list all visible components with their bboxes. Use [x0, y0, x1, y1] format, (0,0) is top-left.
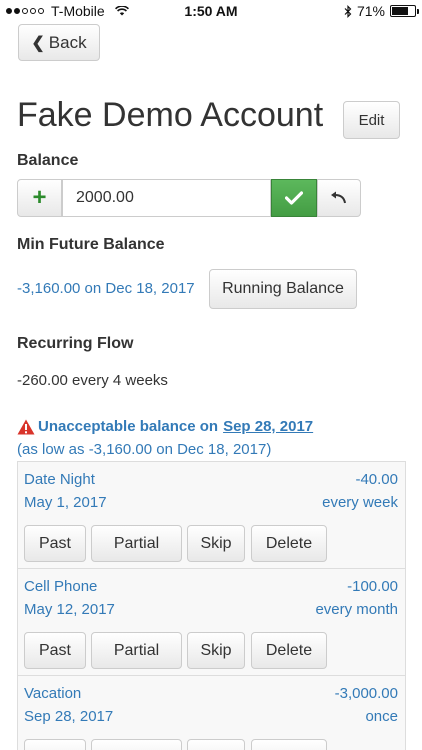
warning-date-link[interactable]: Sep 28, 2017: [223, 418, 313, 435]
back-button-label: Back: [48, 32, 87, 52]
skip-button[interactable]: Skip: [187, 525, 245, 562]
plus-icon: +: [32, 184, 47, 211]
skip-button[interactable]: Skip: [187, 632, 245, 669]
edit-button[interactable]: Edit: [343, 101, 400, 139]
recurring-flow-label: Recurring Flow: [17, 335, 134, 352]
warning-text: Unacceptable balance on: [38, 418, 219, 435]
flow-name[interactable]: Cell Phone: [24, 578, 97, 595]
flow-amount: -3,000.00: [334, 685, 398, 702]
account-title: Fake Demo Account: [17, 96, 324, 134]
delete-button[interactable]: Delete: [251, 525, 327, 562]
flow-amount: -100.00: [347, 578, 398, 595]
balance-label: Balance: [17, 152, 79, 169]
running-balance-button[interactable]: Running Balance: [209, 269, 357, 309]
flow-date: Sep 28, 2017: [24, 708, 114, 725]
battery-icon: [390, 5, 419, 17]
partial-button[interactable]: Partial: [91, 525, 182, 562]
save-balance-button[interactable]: [271, 179, 317, 217]
delete-button[interactable]: Delete: [251, 739, 327, 750]
flow-date: May 12, 2017: [24, 601, 115, 618]
battery-fill: [392, 7, 408, 15]
undo-icon: [331, 191, 346, 204]
past-button[interactable]: Past: [24, 739, 86, 750]
recurring-flow-value: -260.00 every 4 weeks: [17, 372, 168, 389]
chevron-left-icon: ❮: [31, 34, 45, 52]
flow-amount: -40.00: [355, 471, 398, 488]
list-item: Date Night May 1, 2017 -40.00 every week…: [18, 462, 405, 569]
delete-button[interactable]: Delete: [251, 632, 327, 669]
list-item: Cell Phone May 12, 2017 -100.00 every mo…: [18, 569, 405, 676]
min-future-balance-value: -3,160.00 on Dec 18, 2017: [17, 280, 195, 297]
past-button[interactable]: Past: [24, 525, 86, 562]
battery-percent: 71%: [356, 3, 385, 19]
skip-button[interactable]: Skip: [187, 739, 245, 750]
min-future-balance-label: Min Future Balance: [17, 236, 165, 253]
flow-frequency: every month: [315, 601, 398, 618]
past-button[interactable]: Past: [24, 632, 86, 669]
list-item: Vacation Sep 28, 2017 -3,000.00 once Pas…: [18, 676, 405, 750]
flow-list: Date Night May 1, 2017 -40.00 every week…: [17, 461, 406, 750]
flow-name[interactable]: Date Night: [24, 471, 95, 488]
check-icon: [285, 191, 303, 205]
partial-button[interactable]: Partial: [91, 739, 182, 750]
partial-button[interactable]: Partial: [91, 632, 182, 669]
back-button[interactable]: ❮ Back: [18, 24, 100, 61]
balance-warning: Unacceptable balance on Sep 28, 2017: [17, 418, 313, 435]
balance-input[interactable]: [62, 179, 271, 217]
flow-date: May 1, 2017: [24, 494, 107, 511]
bluetooth-icon: [344, 4, 352, 18]
flow-name[interactable]: Vacation: [24, 685, 81, 702]
battery-status: 71%: [344, 3, 419, 19]
status-bar: T-Mobile 1:50 AM 71%: [0, 0, 422, 24]
flow-frequency: every week: [322, 494, 398, 511]
warning-detail: (as low as -3,160.00 on Dec 18, 2017): [17, 441, 272, 458]
flow-frequency: once: [365, 708, 398, 725]
add-button[interactable]: +: [17, 179, 62, 217]
undo-button[interactable]: [317, 179, 361, 217]
warning-icon: [17, 419, 35, 434]
